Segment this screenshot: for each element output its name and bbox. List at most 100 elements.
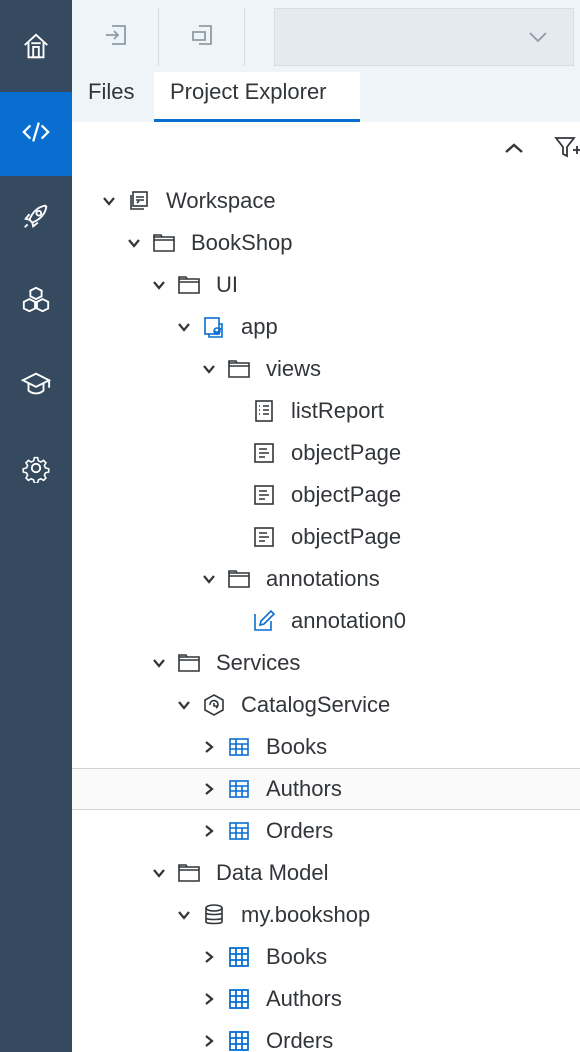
chevron-right-icon[interactable]: [200, 948, 218, 966]
tree-item-label: Authors: [266, 776, 342, 801]
chevron-right-icon[interactable]: [200, 738, 218, 756]
tree-item[interactable]: my.bookshop: [72, 894, 580, 936]
tab-label: Files: [88, 79, 135, 104]
tree-item-label: UI: [216, 272, 238, 297]
tree-item[interactable]: Books: [72, 726, 580, 768]
tree-item[interactable]: objectPage: [72, 474, 580, 516]
chevron-down-icon[interactable]: [150, 654, 168, 672]
learning-button[interactable]: [0, 344, 72, 428]
tree-item-label: Workspace: [166, 188, 276, 213]
object-page-icon: [251, 482, 277, 508]
entity-table-icon: [226, 734, 252, 760]
explorer-actions: [72, 122, 580, 172]
app-icon: [201, 314, 227, 340]
list-page-icon: [251, 398, 277, 424]
export-button[interactable]: [166, 8, 238, 66]
graduation-cap-icon: [20, 369, 52, 404]
tree-item[interactable]: objectPage: [72, 432, 580, 474]
run-button[interactable]: [0, 176, 72, 260]
activity-bar: [0, 0, 72, 1052]
filter-add-icon[interactable]: [552, 132, 580, 167]
chevron-right-icon[interactable]: [200, 780, 218, 798]
chevron-down-icon[interactable]: [175, 696, 193, 714]
tree-item[interactable]: UI: [72, 264, 580, 306]
tree-item-label: Orders: [266, 1028, 334, 1052]
run-configuration-select[interactable]: [274, 8, 574, 66]
tree-item[interactable]: Orders: [72, 1020, 580, 1052]
chevron-up-icon[interactable]: [502, 138, 526, 163]
chevron-down-icon[interactable]: [200, 570, 218, 588]
tree-item[interactable]: Authors: [72, 978, 580, 1020]
chevron-right-icon[interactable]: [200, 1032, 218, 1050]
home-button[interactable]: [0, 6, 72, 90]
export-icon: [189, 22, 215, 53]
tree-item[interactable]: Data Model: [72, 852, 580, 894]
tree-item-label: Services: [216, 650, 301, 675]
folder-icon: [226, 566, 252, 592]
toolbar-separator: [244, 8, 245, 66]
chevron-down-icon[interactable]: [200, 360, 218, 378]
import-button[interactable]: [80, 8, 152, 66]
explorer-button[interactable]: [0, 92, 72, 176]
chevron-right-icon[interactable]: [200, 822, 218, 840]
tree-item[interactable]: Services: [72, 642, 580, 684]
chevron-down-icon[interactable]: [150, 276, 168, 294]
tree-item-label: annotation0: [291, 608, 406, 633]
tree-item-label: BookShop: [191, 230, 293, 255]
chevron-down-icon[interactable]: [100, 192, 118, 210]
project-explorer-panel: Workspace BookShop UI app views listReport obj…: [72, 122, 580, 1052]
extensions-button[interactable]: [0, 260, 72, 344]
tree-item-label: views: [266, 356, 322, 381]
chevron-down-icon[interactable]: [125, 234, 143, 252]
chevron-right-icon[interactable]: [200, 990, 218, 1008]
chevron-down-icon: [527, 28, 549, 51]
home-icon: [21, 31, 51, 66]
chevron-down-icon[interactable]: [175, 318, 193, 336]
tree-item[interactable]: Books: [72, 936, 580, 978]
entity-table-icon: [226, 818, 252, 844]
tree-item[interactable]: annotations: [72, 558, 580, 600]
object-page-icon: [251, 524, 277, 550]
tree-item-label: Books: [266, 734, 328, 759]
tab-label: Project Explorer: [170, 79, 327, 104]
tree-item[interactable]: CatalogService: [72, 684, 580, 726]
workspace-icon: [126, 188, 152, 214]
tree-item-label: objectPage: [291, 440, 402, 465]
tree-item[interactable]: Orders: [72, 810, 580, 852]
entity-table-icon: [226, 776, 252, 802]
chevron-down-icon[interactable]: [175, 906, 193, 924]
tree-item[interactable]: annotation0: [72, 600, 580, 642]
tree-item-label: CatalogService: [241, 692, 391, 717]
tree-item-label: objectPage: [291, 482, 402, 507]
tree-item-label: listReport: [291, 398, 384, 423]
tab-files[interactable]: Files: [72, 72, 154, 122]
chevron-down-icon[interactable]: [150, 864, 168, 882]
tree-item[interactable]: listReport: [72, 390, 580, 432]
edit-icon: [251, 608, 277, 634]
tab-project-explorer[interactable]: Project Explorer: [154, 72, 360, 122]
gear-icon: [21, 453, 51, 488]
rocket-icon: [21, 201, 51, 236]
tree-item[interactable]: BookShop: [72, 222, 580, 264]
table-icon: [226, 944, 252, 970]
tree-item-label: Authors: [266, 986, 342, 1011]
sap-business-application-studio: Files Project Explorer Workspace BookShop…: [0, 0, 580, 1052]
sidebar-tabs: Files Project Explorer: [72, 72, 580, 122]
toolbar: [72, 0, 580, 72]
tree-item[interactable]: app: [72, 306, 580, 348]
code-icon: [21, 117, 51, 152]
tree-item[interactable]: Workspace: [72, 180, 580, 222]
settings-button[interactable]: [0, 428, 72, 512]
tree-item[interactable]: objectPage: [72, 516, 580, 558]
folder-icon: [176, 272, 202, 298]
folder-icon: [226, 356, 252, 382]
tree-item[interactable]: views: [72, 348, 580, 390]
table-icon: [226, 986, 252, 1012]
cubes-icon: [21, 285, 51, 320]
tree-item[interactable]: Authors: [72, 768, 580, 810]
folder-icon: [176, 650, 202, 676]
table-icon: [226, 1028, 252, 1052]
tree-item-label: Data Model: [216, 860, 329, 885]
tree-item-label: annotations: [266, 566, 380, 591]
object-page-icon: [251, 440, 277, 466]
